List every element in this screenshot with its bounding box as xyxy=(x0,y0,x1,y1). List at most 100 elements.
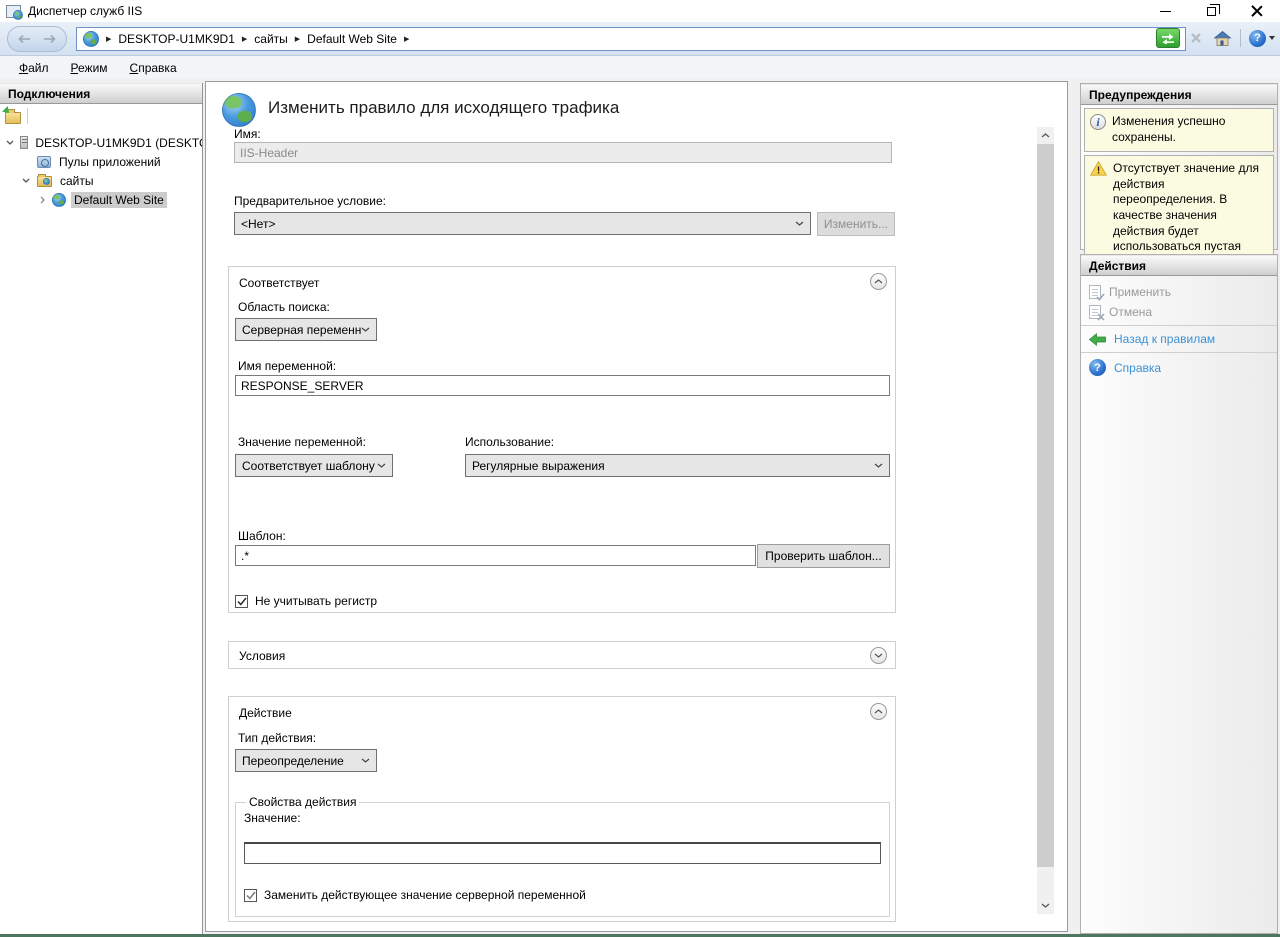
tree-item-sites[interactable]: сайты xyxy=(0,171,202,190)
precondition-select[interactable]: <Нет> xyxy=(234,212,811,235)
info-alert: i Изменения успешно сохранены. xyxy=(1084,108,1274,152)
action-section: Действие Тип действия: Переопределение С… xyxy=(228,696,896,922)
minimize-button[interactable] xyxy=(1142,0,1188,22)
tree-item-server[interactable]: DESKTOP-U1MK9D1 (DESKTOP xyxy=(0,133,202,152)
actions-panel: Действия Применить Отмена Назад к правил… xyxy=(1080,254,1278,934)
chevron-down-icon xyxy=(361,327,370,332)
breadcrumb-server[interactable]: DESKTOP-U1MK9D1 xyxy=(118,32,234,46)
tree-item-app-pools[interactable]: Пулы приложений xyxy=(0,152,202,171)
collapse-section-button[interactable] xyxy=(870,273,887,290)
expand-section-button[interactable] xyxy=(870,647,887,664)
using-select[interactable]: Регулярные выражения xyxy=(465,454,890,477)
help-link[interactable]: ? Справка xyxy=(1081,356,1277,379)
back-to-rules-link[interactable]: Назад к правилам xyxy=(1081,329,1277,349)
app-icon xyxy=(6,5,21,18)
globe-icon xyxy=(52,193,66,207)
globe-icon xyxy=(13,10,23,20)
breadcrumb-separator-icon[interactable]: ▶ xyxy=(106,35,111,43)
replace-value-label: Заменить действующее значение серверной … xyxy=(264,888,586,902)
connections-header: Подключения xyxy=(0,83,202,104)
scrollbar-thumb[interactable] xyxy=(1037,144,1054,867)
replace-value-checkbox[interactable] xyxy=(244,889,257,902)
actions-divider xyxy=(1081,325,1277,326)
chevron-collapsed-icon[interactable] xyxy=(37,196,47,204)
menu-file[interactable]: Файл xyxy=(8,58,60,78)
window-title: Диспетчер служб IIS xyxy=(28,4,142,18)
chevron-expanded-icon[interactable] xyxy=(5,140,14,145)
name-input xyxy=(234,142,892,163)
variable-name-label: Имя переменной: xyxy=(238,359,336,373)
chevron-up-icon xyxy=(874,709,883,714)
scope-label: Область поиска: xyxy=(238,300,330,314)
check-icon xyxy=(246,891,256,900)
breadcrumb-bar[interactable]: ▶ DESKTOP-U1MK9D1 ▶ сайты ▶ Default Web … xyxy=(76,27,1186,51)
restore-button[interactable] xyxy=(1188,0,1234,22)
cancel-button: Отмена xyxy=(1081,302,1277,322)
forward-icon[interactable] xyxy=(43,34,56,44)
action-type-select[interactable]: Переопределение xyxy=(235,749,377,772)
globe-icon xyxy=(83,31,99,47)
chevron-down-icon xyxy=(874,463,883,468)
actions-header: Действия xyxy=(1081,255,1277,276)
value-label: Значение: xyxy=(244,811,881,825)
home-button[interactable] xyxy=(1212,28,1232,48)
tree-item-label: DESKTOP-U1MK9D1 (DESKTOP xyxy=(32,135,202,151)
collapse-section-button[interactable] xyxy=(870,703,887,720)
menu-mode[interactable]: Режим xyxy=(60,58,119,78)
connections-toolbar xyxy=(0,104,202,128)
chevron-up-icon xyxy=(874,279,883,284)
action-type-label: Тип действия: xyxy=(238,731,316,745)
add-connection-icon[interactable] xyxy=(5,112,21,124)
ignore-case-row[interactable]: Не учитывать регистр xyxy=(235,594,377,608)
close-button[interactable] xyxy=(1234,0,1280,22)
breadcrumb-separator-icon[interactable]: ▶ xyxy=(404,35,409,43)
minimize-icon xyxy=(1160,11,1171,12)
title-bar: Диспетчер служб IIS xyxy=(0,0,1280,22)
replace-value-row[interactable]: Заменить действующее значение серверной … xyxy=(244,888,881,902)
test-pattern-button[interactable]: Проверить шаблон... xyxy=(757,544,890,568)
scroll-up-button[interactable] xyxy=(1037,127,1054,144)
tree-item-default-web-site[interactable]: Default Web Site xyxy=(0,190,202,209)
actions-divider xyxy=(1081,352,1277,353)
variable-value-label: Значение переменной: xyxy=(238,435,366,449)
check-icon xyxy=(237,597,247,606)
using-label: Использование: xyxy=(465,435,554,449)
scope-select[interactable]: Серверная переменн xyxy=(235,318,377,341)
value-input[interactable] xyxy=(244,842,881,864)
server-icon xyxy=(20,136,28,149)
refresh-button[interactable] xyxy=(1156,28,1180,48)
precondition-label: Предварительное условие: xyxy=(234,194,386,208)
info-alert-text: Изменения успешно сохранены. xyxy=(1112,114,1269,145)
help-menu-button[interactable]: ? xyxy=(1249,30,1275,47)
back-icon[interactable] xyxy=(18,34,31,44)
ignore-case-checkbox[interactable] xyxy=(235,595,248,608)
help-icon: ? xyxy=(1089,359,1106,376)
warning-icon: ! xyxy=(1090,161,1107,176)
variable-value-select[interactable]: Соответствует шаблону xyxy=(235,454,393,477)
conditions-section-header: Условия xyxy=(239,649,285,663)
breadcrumb-separator-icon[interactable]: ▶ xyxy=(242,35,247,43)
content-scrollbar[interactable] xyxy=(1037,127,1054,914)
edit-outbound-rule-page: Изменить правило для исходящего трафика … xyxy=(205,81,1068,932)
breadcrumb-sites[interactable]: сайты xyxy=(254,32,288,46)
tree-item-label: сайты xyxy=(57,173,97,189)
alerts-panel: Предупреждения i Изменения успешно сохра… xyxy=(1080,83,1278,250)
chevron-down-icon xyxy=(1041,903,1050,908)
breadcrumb-site[interactable]: Default Web Site xyxy=(307,32,397,46)
variable-name-input[interactable] xyxy=(235,375,890,396)
conditions-section: Условия xyxy=(228,641,896,669)
toolbar-divider xyxy=(27,108,28,124)
chevron-down-icon xyxy=(874,653,883,658)
scroll-down-button[interactable] xyxy=(1037,897,1054,914)
action-section-header: Действие xyxy=(239,706,292,720)
right-column: Предупреждения i Изменения успешно сохра… xyxy=(1080,83,1278,934)
scrollbar-track[interactable] xyxy=(1037,144,1054,897)
breadcrumb-separator-icon[interactable]: ▶ xyxy=(295,35,300,43)
action-properties-legend: Свойства действия xyxy=(246,795,359,809)
ignore-case-label: Не учитывать регистр xyxy=(255,594,377,608)
svg-text:!: ! xyxy=(1097,165,1100,176)
chevron-expanded-icon[interactable] xyxy=(21,178,31,183)
menu-help[interactable]: Справка xyxy=(119,58,188,78)
pattern-input[interactable] xyxy=(235,545,756,566)
page-title: Изменить правило для исходящего трафика xyxy=(268,98,619,118)
